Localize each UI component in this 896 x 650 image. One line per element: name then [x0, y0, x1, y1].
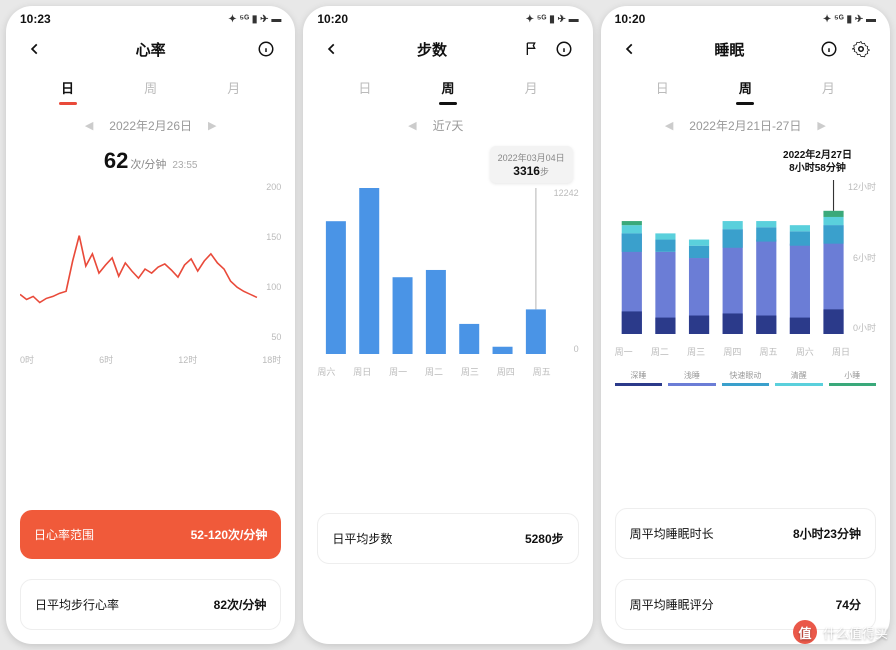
tab-day[interactable]: 日	[621, 72, 704, 103]
header: 心率	[6, 28, 295, 66]
tooltip-unit: 步	[540, 167, 549, 177]
tooltip-value: 8小时58分钟	[783, 162, 852, 175]
tooltip-value: 3316	[513, 164, 540, 178]
card-value: 52-120次/分钟	[191, 526, 268, 543]
date-nav: ◀ 近7天 ▶	[303, 103, 592, 140]
date-label: 近7天	[433, 117, 464, 134]
tab-week[interactable]: 周	[406, 72, 489, 103]
card-label: 日平均步数	[332, 530, 392, 547]
gear-icon[interactable]	[850, 38, 872, 60]
x-axis: 周一 周二 周三 周四 周五 周六 周日	[615, 345, 850, 358]
card-label: 周平均睡眠评分	[630, 596, 714, 613]
back-icon[interactable]	[619, 38, 641, 60]
watermark: 值 什么值得买	[793, 620, 888, 644]
tab-day[interactable]: 日	[26, 72, 109, 103]
statusbar: 10:20 ✦ ⁵ᴳ ▮ ✈ ▬	[303, 6, 592, 28]
page-title: 睡眠	[714, 39, 744, 60]
back-icon[interactable]	[24, 38, 46, 60]
card-value: 5280步	[525, 530, 564, 547]
tabs: 日 周 月	[303, 66, 592, 103]
tab-week[interactable]: 周	[704, 72, 787, 103]
status-icons: ✦ ⁵ᴳ ▮ ✈ ▬	[526, 14, 579, 25]
tabs: 日 周 月	[6, 66, 295, 103]
steps-chart: 2022年03月04日 3316步 12242 0 周六 周日 周一 周二	[303, 144, 592, 384]
panel-steps: 10:20 ✦ ⁵ᴳ ▮ ✈ ▬ 步数 日 周 月 ◀ 近7天 ▶ 2022年0…	[303, 6, 592, 644]
tooltip: 2022年2月27日 8小时58分钟	[775, 144, 860, 180]
info-icon[interactable]	[818, 38, 840, 60]
summary-value: 62	[104, 148, 128, 173]
legend-nap: 小睡	[829, 370, 876, 386]
card-label: 日平均步行心率	[35, 596, 119, 613]
summary: 62次/分钟 23:55	[6, 140, 295, 178]
next-icon[interactable]: ▶	[208, 119, 216, 132]
summary-sub: 23:55	[172, 160, 197, 171]
info-icon[interactable]	[255, 38, 277, 60]
y-axis: 200 150 100 50	[266, 182, 281, 342]
tooltip-date: 2022年2月27日	[783, 149, 852, 162]
legend-awake: 清醒	[775, 370, 822, 386]
tab-month[interactable]: 月	[192, 72, 275, 103]
clock: 10:20	[317, 12, 348, 26]
x-axis: 周六 周日 周一 周二 周三 周四 周五	[317, 365, 550, 378]
legend-deep: 深睡	[615, 370, 662, 386]
avg-duration-card[interactable]: 周平均睡眠时长 8小时23分钟	[615, 508, 876, 559]
card-label: 日心率范围	[34, 526, 94, 543]
tab-week[interactable]: 周	[109, 72, 192, 103]
prev-icon[interactable]: ◀	[408, 119, 416, 132]
statusbar: 10:20 ✦ ⁵ᴳ ▮ ✈ ▬	[601, 6, 890, 28]
heartrate-chart: 200 150 100 50 0时 6时 12时 18时	[6, 182, 295, 372]
card-value: 82次/分钟	[214, 596, 267, 613]
date-nav: ◀ 2022年2月26日 ▶	[6, 103, 295, 140]
tooltip: 2022年03月04日 3316步	[490, 146, 573, 183]
next-icon[interactable]: ▶	[817, 119, 825, 132]
clock: 10:20	[615, 12, 646, 26]
card-label: 周平均睡眠时长	[630, 525, 714, 542]
flag-icon[interactable]	[521, 38, 543, 60]
panel-heartrate: 10:23 ✦ ⁵ᴳ ▮ ✈ ▬ 心率 日 周 月 ◀ 2022年2月26日 ▶…	[6, 6, 295, 644]
date-label: 2022年2月21日-27日	[689, 117, 801, 134]
sleep-chart: 2022年2月27日 8小时58分钟 12小时 6小时 0小时 周一	[601, 144, 890, 364]
header: 步数	[303, 28, 592, 66]
tooltip-date: 2022年03月04日	[498, 151, 565, 164]
panel-sleep: 10:20 ✦ ⁵ᴳ ▮ ✈ ▬ 睡眠 日 周 月 ◀ 2022年2月21日-2…	[601, 6, 890, 644]
legend-light: 浅睡	[668, 370, 715, 386]
watermark-text: 什么值得买	[823, 623, 888, 642]
avg-steps-card[interactable]: 日平均步数 5280步	[317, 513, 578, 564]
avg-walk-hr-card[interactable]: 日平均步行心率 82次/分钟	[20, 579, 281, 630]
page-title: 步数	[417, 39, 447, 60]
y-axis: 12242 0	[554, 188, 579, 354]
summary-unit: 次/分钟	[130, 159, 166, 171]
status-icons: ✦ ⁵ᴳ ▮ ✈ ▬	[228, 14, 281, 25]
date-nav: ◀ 2022年2月21日-27日 ▶	[601, 103, 890, 140]
page-title: 心率	[136, 39, 166, 60]
y-axis: 12小时 6小时 0小时	[848, 180, 876, 334]
tab-month[interactable]: 月	[490, 72, 573, 103]
card-value: 74分	[836, 596, 861, 613]
legend-rem: 快速眼动	[722, 370, 769, 386]
back-icon[interactable]	[321, 38, 343, 60]
watermark-icon: 值	[793, 620, 817, 644]
statusbar: 10:23 ✦ ⁵ᴳ ▮ ✈ ▬	[6, 6, 295, 28]
date-label: 2022年2月26日	[109, 117, 192, 134]
tab-month[interactable]: 月	[787, 72, 870, 103]
prev-icon[interactable]: ◀	[85, 119, 93, 132]
hr-range-card[interactable]: 日心率范围 52-120次/分钟	[20, 510, 281, 559]
legend: 深睡 浅睡 快速眼动 清醒 小睡	[601, 364, 890, 386]
prev-icon[interactable]: ◀	[665, 119, 673, 132]
card-value: 8小时23分钟	[793, 525, 861, 542]
tabs: 日 周 月	[601, 66, 890, 103]
status-icons: ✦ ⁵ᴳ ▮ ✈ ▬	[823, 14, 876, 25]
header: 睡眠	[601, 28, 890, 66]
clock: 10:23	[20, 12, 51, 26]
info-icon[interactable]	[553, 38, 575, 60]
tab-day[interactable]: 日	[323, 72, 406, 103]
x-axis: 0时 6时 12时 18时	[20, 353, 281, 366]
